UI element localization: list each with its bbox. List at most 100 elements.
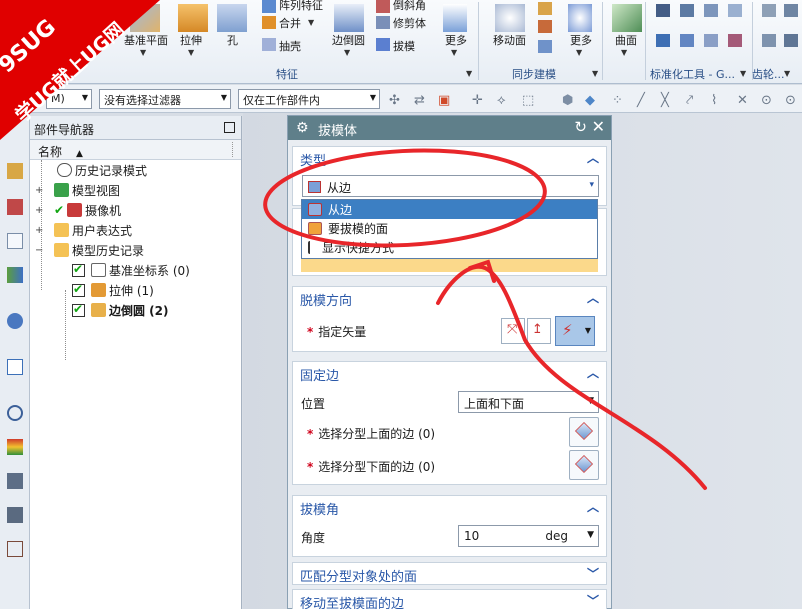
move-edges-header[interactable]: 移动至拔模面的边 ﹀ xyxy=(293,590,606,609)
web-browser-icon[interactable] xyxy=(7,313,23,329)
chevron-up-icon[interactable]: ︿ xyxy=(587,364,599,381)
sync-small-icon-3[interactable] xyxy=(538,40,552,53)
combine-dropdown-icon[interactable]: ▼ xyxy=(308,18,314,27)
std-tool-icon-4[interactable] xyxy=(728,4,742,17)
fixed-edges-header[interactable]: 固定边 ︿ xyxy=(293,362,606,384)
snap-icon-3[interactable]: ▣ xyxy=(438,93,450,108)
surface-dropdown-icon[interactable]: ▼ xyxy=(621,48,627,57)
array-feature-icon[interactable] xyxy=(262,0,276,13)
more-sync-dropdown-icon[interactable]: ▼ xyxy=(576,48,582,57)
chevron-up-icon[interactable]: ︿ xyxy=(587,149,599,166)
tree-item-model-history[interactable]: − 模型历史记录 xyxy=(35,240,144,260)
draft-body-label[interactable]: 倒斜角 xyxy=(393,0,426,13)
position-select[interactable]: 上面和下面 ▼ xyxy=(458,391,599,413)
tangent-snap-icon[interactable]: ⤤ xyxy=(686,93,693,108)
close-icon[interactable]: ✕ xyxy=(592,117,605,136)
tree-item-edge-blend[interactable]: 边倒圆 (2) xyxy=(72,300,169,320)
more-feature-label[interactable]: 更多 xyxy=(445,32,467,48)
array-feature-label[interactable]: 阵列特征 xyxy=(279,0,323,13)
constraint-navigator-icon[interactable] xyxy=(7,199,23,215)
tree-item-model-views[interactable]: + 模型视图 xyxy=(35,180,120,200)
reverse-direction-button[interactable]: ⤧ xyxy=(501,318,525,344)
type-option-from-edges[interactable]: 从边 xyxy=(302,200,597,219)
edge-blend-icon[interactable] xyxy=(334,4,364,32)
snap-icon-6[interactable]: ⬢ xyxy=(562,93,573,108)
scope-filter-select[interactable]: 仅在工作部件内 ▼ xyxy=(238,89,380,109)
name-column-header[interactable]: 名称 ▲ xyxy=(30,140,241,160)
draft-label[interactable]: 拔模 xyxy=(393,38,415,54)
more-feature-dropdown-icon[interactable]: ▼ xyxy=(451,48,457,57)
std-tool-icon-5[interactable] xyxy=(656,34,670,47)
gear-icon[interactable]: ⚙ xyxy=(296,120,309,136)
column-divider[interactable] xyxy=(232,142,233,157)
type-select[interactable]: 从边 ▾ xyxy=(302,175,599,197)
dialog-titlebar[interactable]: ⚙ 拔模体 ↻ ✕ xyxy=(288,116,611,140)
select-lower-edges-button[interactable] xyxy=(569,450,599,480)
type-filter-select[interactable]: 没有选择过滤器 ▼ xyxy=(99,89,231,109)
trim-body-label[interactable]: 修剪体 xyxy=(393,15,426,31)
reset-icon[interactable]: ↻ xyxy=(574,118,587,136)
snap-icon-5[interactable]: ⟡ xyxy=(497,93,506,108)
gear-tool-icon-1[interactable] xyxy=(762,4,776,17)
tree-item-extrude[interactable]: 拉伸 (1) xyxy=(72,280,154,300)
datum-plane-dropdown-icon[interactable]: ▼ xyxy=(140,48,146,57)
role-icon[interactable] xyxy=(7,541,23,557)
snap-icon-7[interactable]: ◆ xyxy=(585,93,595,108)
shell-icon[interactable] xyxy=(262,38,276,51)
type-option-show-shortcuts[interactable]: 显示快捷方式 xyxy=(302,238,597,257)
draft-angle-header[interactable]: 拔模角 ︿ xyxy=(293,496,606,518)
std-tool-icon-1[interactable] xyxy=(656,4,670,17)
extrude-label[interactable]: 拉伸 xyxy=(180,32,202,48)
more-sync-icon[interactable] xyxy=(568,4,592,32)
curve-snap-icon[interactable]: ⌇ xyxy=(711,93,717,108)
gear-group-dropdown-icon[interactable]: ▼ xyxy=(784,69,790,78)
maximize-icon[interactable] xyxy=(224,122,235,133)
edge-blend-dropdown-icon[interactable]: ▼ xyxy=(344,48,350,57)
draft-body-icon[interactable] xyxy=(376,0,390,13)
intersect-snap-icon[interactable]: ╳ xyxy=(661,93,669,108)
chevron-up-icon[interactable]: ︿ xyxy=(587,498,599,515)
process-studio-icon[interactable] xyxy=(7,473,23,489)
sync-small-icon-2[interactable] xyxy=(538,20,552,33)
edge-blend-label[interactable]: 边倒圆 xyxy=(332,32,365,48)
snap-icon-2[interactable]: ⇄ xyxy=(414,93,425,108)
gear-tool-icon-2[interactable] xyxy=(784,4,798,17)
angle-input[interactable]: 10 deg ▼ xyxy=(458,525,599,547)
extrude-icon[interactable] xyxy=(178,4,208,32)
expand-icon[interactable]: + xyxy=(35,185,45,196)
sync-group-dropdown-icon[interactable]: ▼ xyxy=(592,69,598,78)
snap-icon-1[interactable]: ✣ xyxy=(389,93,400,108)
manufacturing-wizard-icon[interactable] xyxy=(7,507,23,523)
tree-item-datum-csys[interactable]: 基准坐标系 (0) xyxy=(72,260,190,280)
reuse-library-icon[interactable] xyxy=(7,267,23,283)
clock-icon[interactable] xyxy=(7,405,23,421)
part-navigator-icon[interactable] xyxy=(7,233,23,249)
gear-tool-icon-3[interactable] xyxy=(762,34,776,47)
tree-item-cameras[interactable]: + ✔ 摄像机 xyxy=(35,200,121,220)
surface-label[interactable]: 曲面 xyxy=(615,32,637,48)
line-snap-icon[interactable]: ╱ xyxy=(637,93,645,108)
chevron-down-icon[interactable]: ﹀ xyxy=(587,592,599,609)
tree-item-user-expressions[interactable]: + 用户表达式 xyxy=(35,220,132,240)
shell-label[interactable]: 抽壳 xyxy=(279,38,301,54)
combine-label[interactable]: 合并 xyxy=(279,15,301,31)
expand-icon[interactable]: + xyxy=(35,205,45,216)
type-option-face-to-draft[interactable]: 要拔模的面 xyxy=(302,219,597,238)
chevron-down-icon[interactable]: ﹀ xyxy=(587,565,599,582)
move-face-icon[interactable] xyxy=(495,4,525,32)
more-sync-label[interactable]: 更多 xyxy=(570,32,592,48)
assembly-navigator-icon[interactable] xyxy=(7,163,23,179)
box-select-icon[interactable]: ⬚ xyxy=(522,93,534,108)
vector-dialog-button[interactable]: ↥ xyxy=(527,318,551,344)
center-snap-icon[interactable]: ⊙ xyxy=(761,93,772,108)
select-upper-edges-button[interactable] xyxy=(569,417,599,447)
gear-tool-icon-4[interactable] xyxy=(784,34,798,47)
surface-icon[interactable] xyxy=(612,4,642,32)
feature-group-dropdown-icon[interactable]: ▼ xyxy=(466,69,472,78)
visibility-checkbox[interactable] xyxy=(72,282,85,297)
combine-icon[interactable] xyxy=(262,16,276,29)
sync-small-icon-1[interactable] xyxy=(538,2,552,15)
std-tool-icon-3[interactable] xyxy=(704,4,718,17)
datum-plane-label[interactable]: 基准平面 xyxy=(124,32,168,48)
snap-icon-8[interactable]: ⁘ xyxy=(612,93,623,108)
